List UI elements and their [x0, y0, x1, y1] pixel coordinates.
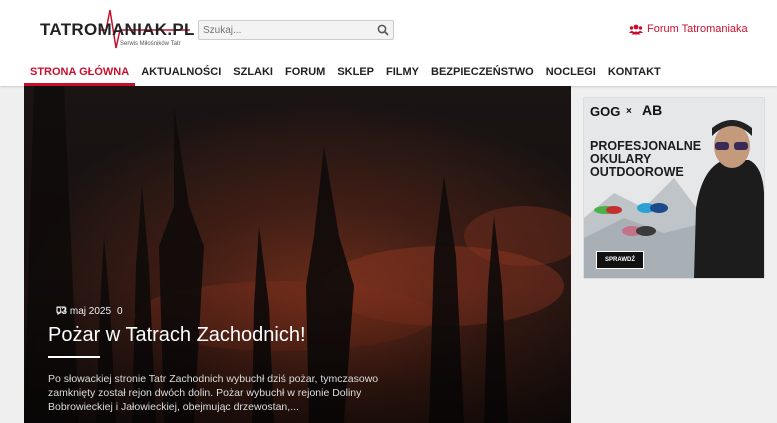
nav-item-safety[interactable]: BEZPIECZEŃSTWO [425, 62, 540, 86]
article-title[interactable]: Pożar w Tatrach Zachodnich! [48, 324, 306, 347]
search-icon[interactable] [377, 24, 389, 36]
forum-link-label: Forum Tatromaniaka [647, 23, 748, 35]
nav-item-trails[interactable]: SZLAKI [227, 62, 279, 86]
nav-item-films[interactable]: FILMY [380, 62, 425, 86]
title-underline [48, 356, 100, 358]
site-logo[interactable]: TATROMANIAK.PL Serwis Miłośników Tatr [40, 8, 194, 52]
comment-count[interactable]: 0 [117, 306, 123, 317]
nav-item-contact[interactable]: KONTAKT [602, 62, 667, 86]
ad-headline: PROFESJONALNE OKULARY OUTDOOROWE [590, 140, 701, 179]
ad-brand-separator: × [626, 106, 632, 117]
nav-item-news[interactable]: AKTUALNOŚCI [135, 62, 227, 86]
nav-item-home[interactable]: STRONA GŁÓWNA [24, 62, 136, 86]
users-icon [629, 24, 643, 34]
search-input[interactable] [203, 21, 363, 39]
logo-subtitle: Serwis Miłośników Tatr [120, 41, 181, 47]
forum-link[interactable]: Forum Tatromaniaka [629, 23, 748, 35]
logo-text: TATROMANIAK.PL [40, 20, 195, 39]
search-box[interactable] [198, 20, 394, 40]
nav-item-shop[interactable]: SKLEP [331, 62, 380, 86]
site-header: TATROMANIAK.PL Serwis Miłośników Tatr Fo… [0, 0, 777, 86]
comment-icon [56, 306, 66, 315]
nav-item-forum[interactable]: FORUM [279, 62, 331, 86]
ad-brand-right: AB [642, 102, 663, 118]
ad-cta-button[interactable]: SPRAWDŹ [596, 251, 644, 269]
main-nav: STRONA GŁÓWNA AKTUALNOŚCI SZLAKI FORUM S… [24, 62, 667, 86]
ad-headline-line3: OUTDOOROWE [590, 165, 684, 179]
sidebar-ad-banner[interactable]: GOG × AB PROFESJONALNE OKULARY OUTDOOROW… [583, 97, 765, 279]
nav-item-lodging[interactable]: NOCLEGI [540, 62, 602, 86]
article-meta: 03 maj 2025 0 [56, 306, 123, 317]
ad-brand-left: GOG [590, 104, 621, 119]
article-excerpt: Po słowackiej stronie Tatr Zachodnich wy… [48, 373, 379, 413]
featured-article[interactable]: 03 maj 2025 0 Pożar w Tatrach Zachodnich… [24, 86, 571, 423]
